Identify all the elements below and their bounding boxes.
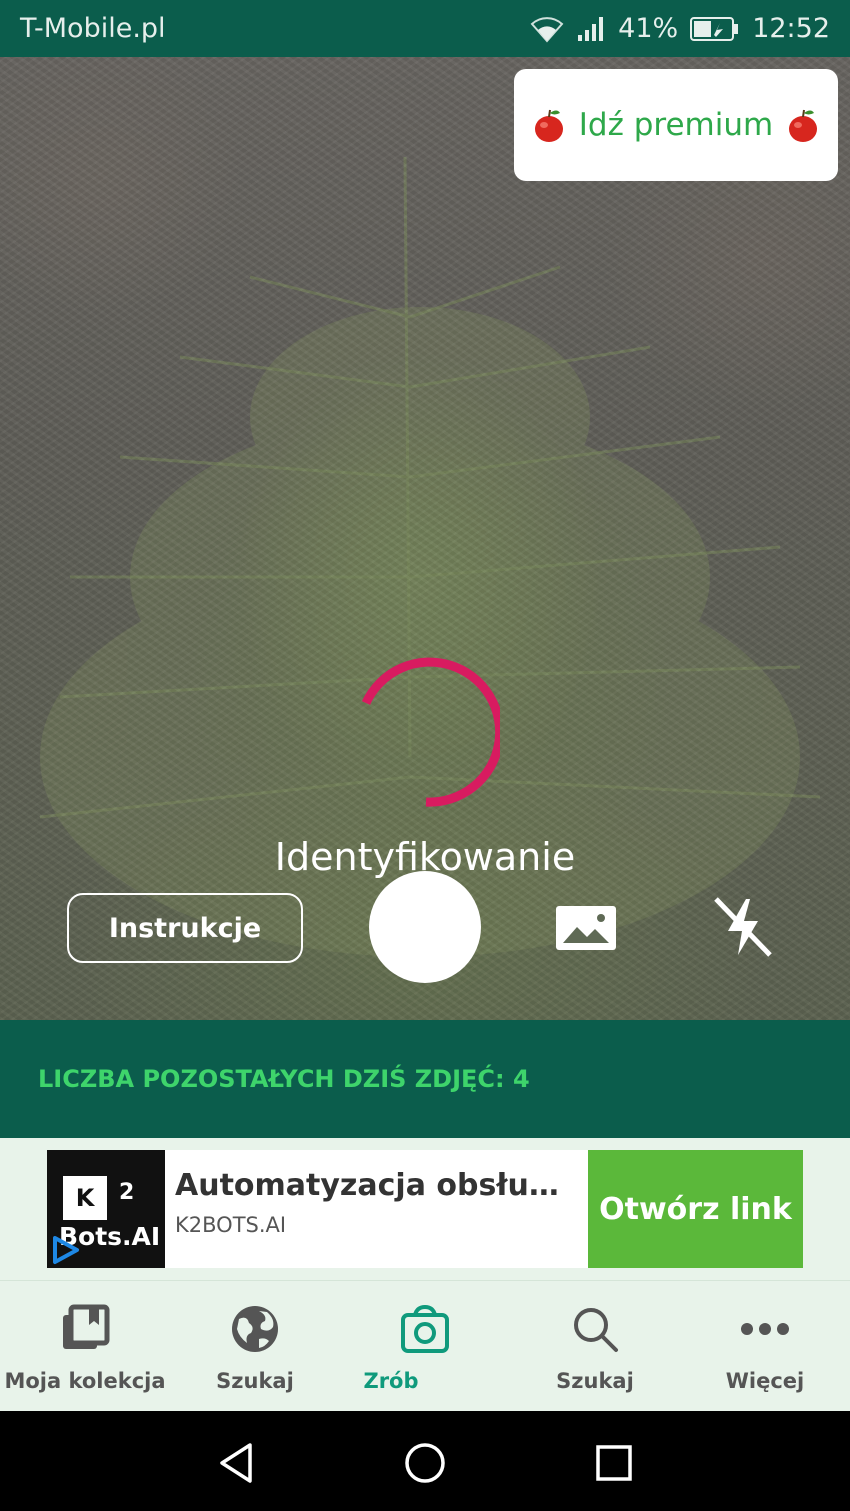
status-indicators: 41% 12:52 xyxy=(530,13,830,44)
nav-my-collection[interactable]: Moja kolekcja xyxy=(0,1281,170,1412)
apple-icon xyxy=(789,109,818,142)
home-icon[interactable] xyxy=(403,1441,447,1485)
ad-area: K 2 Bots.AI Automatyzacja obsługi kl... … xyxy=(0,1138,850,1280)
gallery-icon[interactable] xyxy=(555,905,617,951)
back-icon[interactable] xyxy=(214,1441,258,1485)
nav-label: Szukaj xyxy=(216,1369,294,1393)
status-bar: T-Mobile.pl 41% 12:52 xyxy=(0,0,850,57)
ad-logo-k: K xyxy=(63,1176,107,1220)
camera-preview[interactable]: Idź premium Identyfikowanie Instrukcje xyxy=(0,57,850,1020)
wifi-icon xyxy=(530,16,564,43)
premium-label: Idź premium xyxy=(578,107,774,143)
carrier-name: T-Mobile.pl xyxy=(20,13,166,44)
recents-icon[interactable] xyxy=(592,1441,636,1485)
nav-explore[interactable]: Szukaj xyxy=(170,1281,340,1412)
ad-banner[interactable]: K 2 Bots.AI Automatyzacja obsługi kl... … xyxy=(47,1150,803,1268)
nav-label: Więcej xyxy=(725,1369,805,1393)
ad-logo: K 2 Bots.AI xyxy=(47,1150,165,1268)
remaining-photos-text: LICZBA POZOSTAŁYCH DZIŚ ZDJĘĆ: 4 xyxy=(38,1065,530,1093)
nav-label: Moja kolekcja xyxy=(4,1369,166,1393)
battery-percent: 41% xyxy=(618,13,679,44)
nav-search[interactable]: Szukaj xyxy=(510,1281,680,1412)
system-navigation-bar xyxy=(0,1411,850,1511)
ad-text: Automatyzacja obsługi kl... K2BOTS.AI xyxy=(165,1150,588,1268)
ad-domain: K2BOTS.AI xyxy=(175,1213,287,1237)
loading-spinner xyxy=(361,657,500,807)
apple-icon xyxy=(534,109,563,142)
bottom-navigation: Moja kolekcja Szukaj Zrób Szukaj Więcej xyxy=(0,1280,850,1411)
ad-logo-2: 2 xyxy=(119,1180,135,1205)
search-icon xyxy=(574,1308,618,1352)
ad-title: Automatyzacja obsługi kl... xyxy=(175,1168,578,1203)
nav-label: Zrób xyxy=(363,1369,419,1393)
collection-icon xyxy=(63,1304,110,1349)
nav-label: Szukaj xyxy=(556,1369,634,1393)
ad-open-link-button[interactable]: Otwórz link xyxy=(588,1150,803,1268)
shutter-button[interactable] xyxy=(369,871,481,983)
remaining-photos-bar: LICZBA POZOSTAŁYCH DZIŚ ZDJĘĆ: 4 xyxy=(0,1020,850,1138)
go-premium-button[interactable]: Idź premium xyxy=(514,69,838,181)
globe-icon xyxy=(232,1306,278,1352)
more-icon xyxy=(741,1323,789,1335)
signal-icon xyxy=(578,16,604,41)
camera-icon xyxy=(401,1304,449,1353)
nav-more[interactable]: Więcej xyxy=(680,1281,850,1412)
nav-take-photo[interactable]: Zrób xyxy=(340,1281,510,1412)
clock: 12:52 xyxy=(752,13,830,44)
instructions-button[interactable]: Instrukcje xyxy=(67,893,303,963)
adchoices-icon[interactable] xyxy=(49,1234,81,1266)
battery-icon xyxy=(690,16,739,41)
flash-off-icon[interactable] xyxy=(712,895,774,959)
